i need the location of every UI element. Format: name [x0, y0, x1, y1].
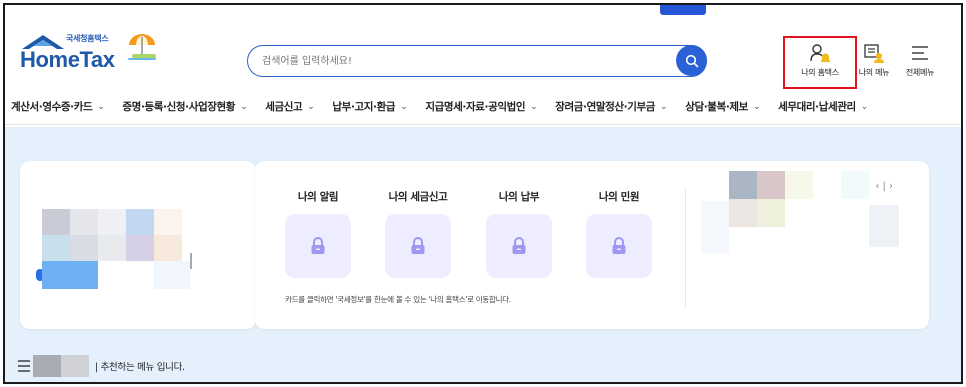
quick-box: [486, 214, 552, 278]
blurred-banner-block: [757, 199, 785, 227]
lock-icon: [311, 237, 325, 254]
logo-english-text: HomeTax: [20, 47, 115, 72]
nav-item-label: 상담·불복·제보: [685, 101, 748, 113]
quick-label: 나의 납부: [498, 191, 540, 203]
blurred-profile-block: [70, 235, 98, 261]
nav-item-receipts[interactable]: 계산서·영수증·카드 ⌄: [11, 99, 105, 114]
hometax-logo[interactable]: 국세청홈택스 HomeTax: [18, 33, 163, 77]
hamburger-icon[interactable]: [17, 359, 31, 373]
card-divider: [685, 189, 686, 307]
search-input[interactable]: [262, 53, 662, 69]
blurred-banner-block: [701, 201, 729, 253]
blurred-profile-block: [154, 261, 190, 289]
carousel-controls[interactable]: ‹ | ›: [875, 181, 893, 192]
blurred-profile-block: [154, 209, 182, 235]
my-info-card: 나의 알림 나의 세금신고 나의 납부 나의 민원 카드를 클릭하면 '국세정보…: [255, 161, 929, 329]
recommended-menu-text: | 추천하는 메뉴 입니다.: [95, 362, 185, 373]
blurred-name-block: [33, 355, 61, 377]
chevron-down-icon: ⌄: [400, 101, 408, 112]
blurred-banner-block: [841, 171, 869, 199]
menu-person-icon: [864, 44, 884, 63]
top-banner-tab[interactable]: [660, 5, 706, 15]
nav-item-label: 납부·고지·환급: [332, 101, 396, 113]
blurred-banner-block: [729, 199, 757, 227]
quick-label: 나의 알림: [297, 191, 339, 203]
quick-box: [385, 214, 451, 278]
blurred-banner-block: [785, 171, 813, 199]
search-icon: [685, 54, 698, 67]
blurred-profile-block: [42, 209, 70, 235]
all-menu-button[interactable]: 전체메뉴: [895, 43, 945, 79]
content-area: 나의 알림 나의 세금신고 나의 납부 나의 민원 카드를 클릭하면 '국세정보…: [5, 127, 961, 382]
blurred-name-block: [61, 355, 89, 377]
nav-item-label: 증명·등록·신청·사업장현황: [122, 101, 236, 113]
chevron-down-icon: ⌄: [860, 101, 869, 112]
nav-item-consulting[interactable]: 상담·불복·제보 ⌄: [685, 99, 760, 114]
blurred-banner-block: [757, 171, 785, 199]
quick-label: 나의 세금신고: [388, 191, 448, 203]
nav-item-label: 세금신고: [265, 101, 303, 113]
nav-item-tax-filing[interactable]: 세금신고 ⌄: [265, 99, 315, 114]
search-button[interactable]: [676, 45, 707, 76]
hamburger-icon: [912, 46, 928, 60]
umbrella-icon: [128, 34, 156, 60]
blurred-profile-block: [98, 235, 126, 261]
recommended-menu-row: | 추천하는 메뉴 입니다.: [17, 355, 185, 377]
all-menu-label: 전체메뉴: [905, 68, 935, 77]
main-nav: 계산서·영수증·카드 ⌄ 증명·등록·신청·사업장현황 ⌄ 세금신고 ⌄ 납부·고지·…: [5, 89, 961, 125]
blurred-profile-block: [126, 235, 154, 261]
nav-item-payment-statements[interactable]: 지급명세·자료·공익법인 ⌄: [425, 99, 537, 114]
nav-item-label: 지급명세·자료·공익법인: [425, 101, 526, 113]
chevron-down-icon: ⌄: [97, 101, 105, 112]
nav-item-certificates[interactable]: 증명·등록·신청·사업장현황 ⌄: [122, 99, 247, 114]
highlight-annotation: [783, 36, 857, 89]
lock-icon: [512, 237, 526, 254]
chevron-down-icon: ⌄: [660, 101, 668, 112]
quick-my-civil-requests[interactable]: 나의 민원: [586, 189, 652, 278]
quick-my-alerts[interactable]: 나의 알림: [285, 189, 351, 278]
browser-frame: 국세청홈택스 HomeTax 나의 홈택스: [3, 3, 963, 384]
blurred-profile-block: [42, 235, 70, 261]
chevron-down-icon: ⌄: [240, 101, 248, 112]
chevron-down-icon: ⌄: [752, 101, 761, 112]
chevron-down-icon: ⌄: [307, 101, 315, 112]
nav-item-label: 세무대리·납세관리: [778, 101, 856, 113]
quick-my-tax-filing[interactable]: 나의 세금신고: [385, 189, 451, 278]
quick-box: [586, 214, 652, 278]
blurred-profile-block: [70, 209, 98, 235]
blurred-profile-block: [126, 209, 154, 235]
nav-item-tax-agent[interactable]: 세무대리·납세관리 ⌄: [778, 99, 868, 114]
chevron-down-icon: ⌄: [530, 101, 538, 112]
quick-box: [285, 214, 351, 278]
top-strip: [5, 5, 961, 19]
card-hint-text: 카드를 클릭하면 '국세정보'를 한눈에 볼 수 있는 '나의 홈택스'로 이동…: [285, 295, 511, 304]
profile-card[interactable]: [20, 161, 256, 329]
search-bar: [247, 45, 707, 77]
blurred-profile-block: [190, 253, 192, 269]
blurred-profile-block: [154, 235, 182, 261]
nav-item-payment[interactable]: 납부·고지·환급 ⌄: [332, 99, 407, 114]
nav-item-label: 장려금·연말정산·기부금: [555, 101, 656, 113]
quick-my-payment[interactable]: 나의 납부: [486, 189, 552, 278]
lock-icon: [411, 237, 425, 254]
logo-korean-text: 국세청홈택스: [66, 34, 109, 43]
nav-item-incentives[interactable]: 장려금·연말정산·기부금 ⌄: [555, 99, 667, 114]
blurred-banner-block: [869, 205, 899, 247]
blurred-banner-block: [729, 171, 757, 199]
quick-label: 나의 민원: [598, 191, 640, 203]
lock-icon: [612, 237, 626, 254]
blurred-profile-block: [42, 261, 98, 289]
nav-item-label: 계산서·영수증·카드: [11, 101, 93, 113]
blurred-profile-block: [98, 209, 126, 235]
